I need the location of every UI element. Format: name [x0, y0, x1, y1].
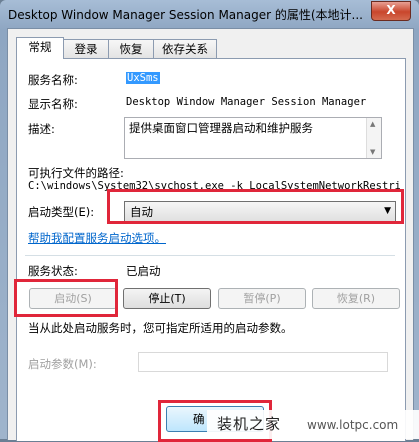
scroll-up-icon[interactable]: ▲ [370, 120, 375, 128]
description-box[interactable]: 提供桌面窗口管理器启动和维护服务 ▲ ▼ [124, 117, 382, 159]
stop-button[interactable]: 停止(T) [123, 288, 211, 309]
watermark: 装机之家 www.lotpc.com [207, 410, 419, 439]
startup-type-label: 启动类型(E): [28, 205, 95, 219]
start-button-highlight [14, 279, 118, 317]
display-name-label: 显示名称: [28, 97, 78, 111]
watermark-url: www.lotpc.com [307, 418, 399, 432]
description-label: 描述: [28, 122, 55, 136]
pause-button[interactable]: 暂停(P) [218, 288, 306, 309]
dialog-client-area: 常规 登录 恢复 依存关系 服务名称: UxSms 显示名称: Desktop … [7, 28, 414, 441]
description-text: 提供桌面窗口管理器启动和维护服务 [129, 121, 313, 135]
divider-top [25, 255, 395, 256]
tab-general[interactable]: 常规 [16, 37, 64, 59]
close-button[interactable]: X [371, 1, 411, 21]
tab-dependencies[interactable]: 依存关系 [153, 39, 217, 58]
service-name-label: 服务名称: [28, 73, 78, 87]
start-params-hint: 当从此处启动服务时，您可指定所适用的启动参数。 [28, 321, 293, 335]
description-scrollbar[interactable]: ▲ ▼ [366, 118, 381, 158]
service-status-label: 服务状态: [28, 264, 78, 278]
tab-logon[interactable]: 登录 [63, 39, 109, 58]
startup-help-link[interactable]: 帮助我配置服务启动选项。 [28, 230, 166, 246]
properties-window: Desktop Window Manager Session Manager 的… [0, 0, 419, 442]
service-name-value[interactable]: UxSms [126, 72, 160, 84]
display-name-value[interactable]: Desktop Window Manager Session Manager [126, 96, 366, 108]
window-title: Desktop Window Manager Session Manager 的… [8, 8, 363, 22]
general-tab-panel: 服务名称: UxSms 显示名称: Desktop Window Manager… [16, 58, 406, 441]
watermark-text: 装机之家 [217, 415, 282, 433]
scroll-down-icon[interactable]: ▼ [370, 148, 375, 156]
resume-button[interactable]: 恢复(R) [312, 288, 400, 309]
service-name-text: UxSms [126, 72, 160, 84]
start-params-label: 启动参数(M): [28, 357, 97, 371]
service-status-value: 已启动 [126, 264, 161, 278]
startup-type-highlight [107, 189, 404, 224]
tab-recovery[interactable]: 恢复 [108, 39, 154, 58]
exe-path-label: 可执行文件的路径: [28, 166, 124, 180]
title-bar[interactable]: Desktop Window Manager Session Manager 的… [0, 0, 419, 28]
start-params-input[interactable] [138, 352, 388, 372]
